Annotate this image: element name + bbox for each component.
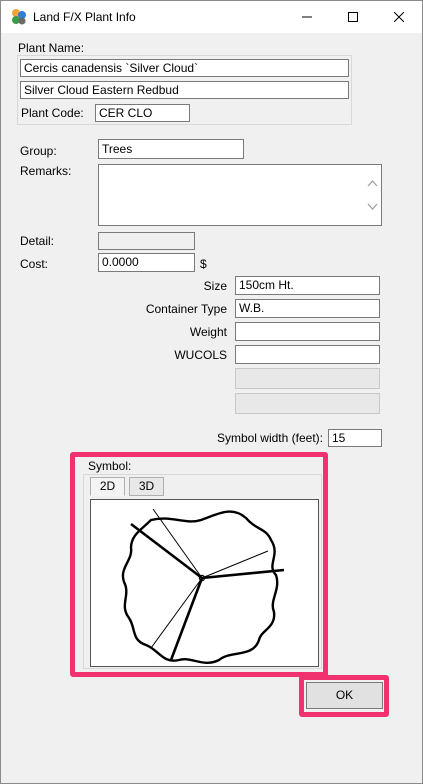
close-icon xyxy=(394,12,404,22)
remarks-scrollbar[interactable] xyxy=(364,165,381,225)
weight-field[interactable] xyxy=(235,322,380,341)
currency-symbol: $ xyxy=(200,257,207,271)
plant-code-label: Plant Code: xyxy=(21,106,84,120)
tree-symbol-2d xyxy=(121,508,285,665)
chevron-up-icon[interactable] xyxy=(367,179,378,187)
plant-name-label: Plant Name: xyxy=(18,41,85,55)
maximize-icon xyxy=(348,12,358,22)
cost-label: Cost: xyxy=(20,257,49,271)
symbol-preview-canvas xyxy=(90,499,319,667)
maximize-button[interactable] xyxy=(330,1,376,33)
group-label: Group: xyxy=(20,144,57,158)
symbol-width-field[interactable]: 15 xyxy=(328,429,382,447)
cost-field[interactable]: 0.0000 xyxy=(98,253,195,272)
group-field[interactable]: Trees xyxy=(98,139,244,159)
extra-field-1 xyxy=(235,368,380,389)
symbol-width-label: Symbol width (feet): xyxy=(216,431,323,445)
size-label: Size xyxy=(203,279,227,293)
container-type-field[interactable]: W.B. xyxy=(235,299,380,318)
title-bar[interactable]: Land F/X Plant Info xyxy=(1,1,422,33)
minimize-icon xyxy=(302,16,312,18)
minimize-button[interactable] xyxy=(284,1,330,33)
detail-field xyxy=(98,232,195,250)
remarks-label: Remarks: xyxy=(20,164,72,178)
tab-2d[interactable]: 2D xyxy=(90,477,125,496)
remarks-textarea[interactable] xyxy=(98,164,382,226)
symbol-label: Symbol: xyxy=(88,459,132,473)
wucols-label: WUCOLS xyxy=(174,348,227,362)
botanical-name-field[interactable]: Cercis canadensis `Silver Cloud` xyxy=(20,59,349,77)
detail-label: Detail: xyxy=(20,234,55,248)
plant-info-dialog: Land F/X Plant Info Plant Name: Cercis c… xyxy=(0,0,423,784)
window-title: Land F/X Plant Info xyxy=(33,10,136,24)
container-type-label: Container Type xyxy=(145,302,227,316)
size-field[interactable]: 150cm Ht. xyxy=(235,276,380,295)
chevron-down-icon[interactable] xyxy=(367,203,378,211)
ok-button[interactable]: OK xyxy=(306,682,383,709)
extra-field-2 xyxy=(235,393,380,414)
plant-code-field[interactable]: CER CLO xyxy=(95,104,190,122)
common-name-field[interactable]: Silver Cloud Eastern Redbud xyxy=(20,81,349,99)
weight-label: Weight xyxy=(189,325,227,339)
wucols-field[interactable] xyxy=(235,345,380,364)
land-fx-app-icon xyxy=(12,9,26,25)
close-button[interactable] xyxy=(376,1,422,33)
tab-3d[interactable]: 3D xyxy=(129,477,164,496)
